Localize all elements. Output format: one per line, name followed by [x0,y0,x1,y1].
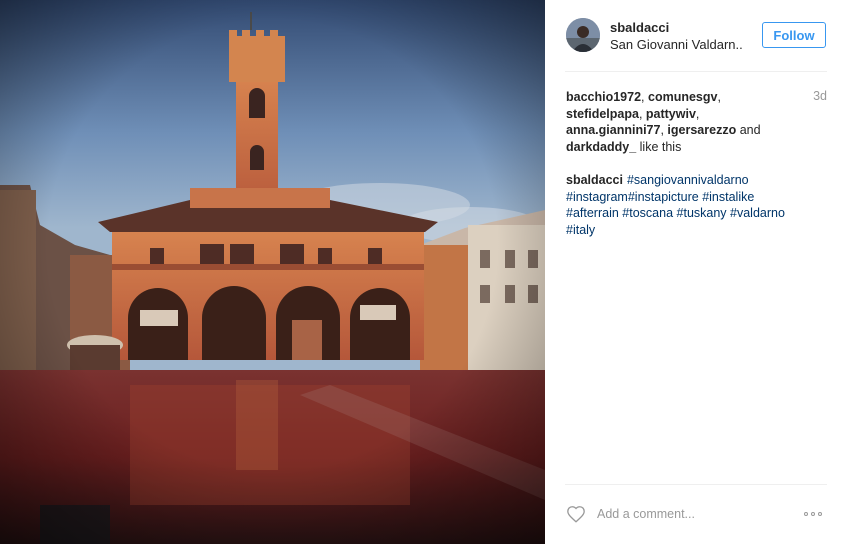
more-dot [818,512,822,516]
like-user-link[interactable]: bacchio1972 [566,90,641,104]
user-avatar[interactable] [566,18,600,52]
more-dot [811,512,815,516]
like-user-link[interactable]: igersarezzo [667,123,736,137]
hashtag-link[interactable]: #instapicture [628,190,699,204]
more-dot [804,512,808,516]
follow-button[interactable]: Follow [762,22,826,48]
hashtag-link[interactable]: #afterrain [566,206,619,220]
like-user-link[interactable]: anna.giannini77 [566,123,660,137]
hashtag-link[interactable]: #tuskany [677,206,727,220]
hashtag-link[interactable]: #instagram [566,190,628,204]
like-user-link[interactable]: pattywiv [646,107,696,121]
header-location[interactable]: San Giovanni Valdarn.. [610,37,743,52]
like-user-link[interactable]: stefidelpapa [566,107,639,121]
instagram-post: sbaldacci San Giovanni Valdarn.. Follow … [0,0,848,544]
hashtag-link[interactable]: #instalike [702,190,754,204]
footer-divider [565,484,827,485]
add-comment-input[interactable] [597,504,787,524]
avatar-image [566,18,600,52]
post-caption: sbaldacci #sangiovannivaldarno #instagram… [566,172,828,239]
caption-author[interactable]: sbaldacci [566,173,623,187]
like-user-link[interactable]: comunesgv [648,90,717,104]
hashtag-link[interactable]: #sangiovannivaldarno [627,173,749,187]
likes-suffix: like this [639,140,682,155]
hashtag-link[interactable]: #toscana [622,206,673,220]
likes-summary: bacchio1972, comunesgv, stefidelpapa, pa… [566,90,761,155]
more-options-icon[interactable] [804,509,828,519]
post-photo-image [0,0,545,544]
post-timestamp[interactable]: 3d [813,89,827,103]
hashtag-link[interactable]: #valdarno [730,206,785,220]
post-header: sbaldacci San Giovanni Valdarn.. Follow [545,0,848,72]
post-side-panel: sbaldacci San Giovanni Valdarn.. Follow … [545,0,848,544]
likes-and-text: and [739,123,761,138]
like-user-link[interactable]: darkdaddy_ [566,140,636,154]
heart-outline-icon[interactable] [566,505,586,523]
hashtag-link[interactable]: #italy [566,223,595,237]
header-username[interactable]: sbaldacci [610,20,669,35]
header-divider [565,71,827,72]
post-photo[interactable] [0,0,545,544]
